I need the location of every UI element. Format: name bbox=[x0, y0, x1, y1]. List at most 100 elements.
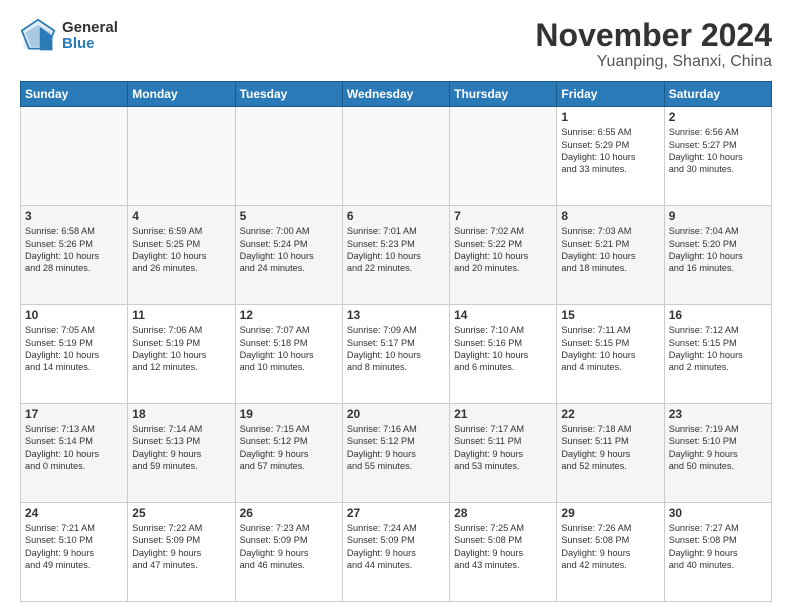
day-info: Sunrise: 7:04 AM Sunset: 5:20 PM Dayligh… bbox=[669, 225, 767, 275]
day-info: Sunrise: 7:06 AM Sunset: 5:19 PM Dayligh… bbox=[132, 324, 230, 374]
day-number: 6 bbox=[347, 209, 445, 223]
day-number: 21 bbox=[454, 407, 552, 421]
weekday-header-friday: Friday bbox=[557, 82, 664, 107]
day-info: Sunrise: 6:55 AM Sunset: 5:29 PM Dayligh… bbox=[561, 126, 659, 176]
day-number: 1 bbox=[561, 110, 659, 124]
day-number: 10 bbox=[25, 308, 123, 322]
day-number: 5 bbox=[240, 209, 338, 223]
calendar-cell: 12Sunrise: 7:07 AM Sunset: 5:18 PM Dayli… bbox=[235, 305, 342, 404]
title-block: November 2024 Yuanping, Shanxi, China bbox=[535, 18, 772, 71]
calendar-cell bbox=[235, 107, 342, 206]
day-info: Sunrise: 7:23 AM Sunset: 5:09 PM Dayligh… bbox=[240, 522, 338, 572]
day-number: 29 bbox=[561, 506, 659, 520]
day-info: Sunrise: 7:10 AM Sunset: 5:16 PM Dayligh… bbox=[454, 324, 552, 374]
day-number: 27 bbox=[347, 506, 445, 520]
calendar-cell: 19Sunrise: 7:15 AM Sunset: 5:12 PM Dayli… bbox=[235, 404, 342, 503]
calendar-cell: 15Sunrise: 7:11 AM Sunset: 5:15 PM Dayli… bbox=[557, 305, 664, 404]
day-info: Sunrise: 7:03 AM Sunset: 5:21 PM Dayligh… bbox=[561, 225, 659, 275]
calendar-cell: 28 Sunrise: 7:25 AM Sunset: 5:08 PM Dayli… bbox=[450, 503, 557, 602]
logo-text: General Blue bbox=[62, 20, 118, 53]
page: General Blue November 2024 Yuanping, Sha… bbox=[0, 0, 792, 612]
calendar-cell: 6Sunrise: 7:01 AM Sunset: 5:23 PM Daylig… bbox=[342, 206, 449, 305]
week-row-5: 24 Sunrise: 7:21 AM Sunset: 5:10 PM Dayli… bbox=[21, 503, 772, 602]
day-number: 30 bbox=[669, 506, 767, 520]
calendar-cell bbox=[21, 107, 128, 206]
week-row-4: 17Sunrise: 7:13 AM Sunset: 5:14 PM Dayli… bbox=[21, 404, 772, 503]
day-number: 13 bbox=[347, 308, 445, 322]
day-number: 12 bbox=[240, 308, 338, 322]
day-number: 2 bbox=[669, 110, 767, 124]
calendar-cell bbox=[450, 107, 557, 206]
day-number: 9 bbox=[669, 209, 767, 223]
day-info: Sunrise: 7:17 AM Sunset: 5:11 PM Dayligh… bbox=[454, 423, 552, 473]
calendar-table: SundayMondayTuesdayWednesdayThursdayFrid… bbox=[20, 81, 772, 602]
logo-blue: Blue bbox=[62, 36, 118, 53]
day-info: Sunrise: 7:09 AM Sunset: 5:17 PM Dayligh… bbox=[347, 324, 445, 374]
day-number: 8 bbox=[561, 209, 659, 223]
day-info: Sunrise: 7:00 AM Sunset: 5:24 PM Dayligh… bbox=[240, 225, 338, 275]
calendar-cell: 4 Sunrise: 6:59 AM Sunset: 5:25 PM Daylig… bbox=[128, 206, 235, 305]
calendar-cell: 26 Sunrise: 7:23 AM Sunset: 5:09 PM Dayli… bbox=[235, 503, 342, 602]
week-row-1: 1 Sunrise: 6:55 AM Sunset: 5:29 PM Daylig… bbox=[21, 107, 772, 206]
calendar-cell: 9 Sunrise: 7:04 AM Sunset: 5:20 PM Daylig… bbox=[664, 206, 771, 305]
weekday-header-monday: Monday bbox=[128, 82, 235, 107]
calendar-cell: 20Sunrise: 7:16 AM Sunset: 5:12 PM Dayli… bbox=[342, 404, 449, 503]
calendar-cell: 22 Sunrise: 7:18 AM Sunset: 5:11 PM Dayli… bbox=[557, 404, 664, 503]
day-info: Sunrise: 6:59 AM Sunset: 5:25 PM Dayligh… bbox=[132, 225, 230, 275]
calendar-cell: 7 Sunrise: 7:02 AM Sunset: 5:22 PM Daylig… bbox=[450, 206, 557, 305]
day-number: 7 bbox=[454, 209, 552, 223]
day-number: 4 bbox=[132, 209, 230, 223]
calendar-cell: 24 Sunrise: 7:21 AM Sunset: 5:10 PM Dayli… bbox=[21, 503, 128, 602]
day-number: 22 bbox=[561, 407, 659, 421]
day-number: 26 bbox=[240, 506, 338, 520]
calendar-cell: 30 Sunrise: 7:27 AM Sunset: 5:08 PM Dayli… bbox=[664, 503, 771, 602]
calendar-subtitle: Yuanping, Shanxi, China bbox=[535, 53, 772, 71]
calendar-cell: 25Sunrise: 7:22 AM Sunset: 5:09 PM Dayli… bbox=[128, 503, 235, 602]
day-info: Sunrise: 7:27 AM Sunset: 5:08 PM Dayligh… bbox=[669, 522, 767, 572]
day-number: 19 bbox=[240, 407, 338, 421]
day-number: 24 bbox=[25, 506, 123, 520]
calendar-cell: 27 Sunrise: 7:24 AM Sunset: 5:09 PM Dayli… bbox=[342, 503, 449, 602]
calendar-cell: 1 Sunrise: 6:55 AM Sunset: 5:29 PM Daylig… bbox=[557, 107, 664, 206]
calendar-cell bbox=[128, 107, 235, 206]
day-number: 14 bbox=[454, 308, 552, 322]
logo: General Blue bbox=[20, 18, 118, 54]
calendar-cell: 13 Sunrise: 7:09 AM Sunset: 5:17 PM Dayli… bbox=[342, 305, 449, 404]
day-info: Sunrise: 7:14 AM Sunset: 5:13 PM Dayligh… bbox=[132, 423, 230, 473]
day-info: Sunrise: 7:24 AM Sunset: 5:09 PM Dayligh… bbox=[347, 522, 445, 572]
day-number: 16 bbox=[669, 308, 767, 322]
day-info: Sunrise: 7:12 AM Sunset: 5:15 PM Dayligh… bbox=[669, 324, 767, 374]
weekday-header-row: SundayMondayTuesdayWednesdayThursdayFrid… bbox=[21, 82, 772, 107]
day-number: 28 bbox=[454, 506, 552, 520]
weekday-header-sunday: Sunday bbox=[21, 82, 128, 107]
calendar-cell: 16 Sunrise: 7:12 AM Sunset: 5:15 PM Dayli… bbox=[664, 305, 771, 404]
day-number: 23 bbox=[669, 407, 767, 421]
weekday-header-tuesday: Tuesday bbox=[235, 82, 342, 107]
day-info: Sunrise: 7:05 AM Sunset: 5:19 PM Dayligh… bbox=[25, 324, 123, 374]
calendar-cell: 18Sunrise: 7:14 AM Sunset: 5:13 PM Dayli… bbox=[128, 404, 235, 503]
day-info: Sunrise: 7:02 AM Sunset: 5:22 PM Dayligh… bbox=[454, 225, 552, 275]
day-info: Sunrise: 6:58 AM Sunset: 5:26 PM Dayligh… bbox=[25, 225, 123, 275]
calendar-cell: 14 Sunrise: 7:10 AM Sunset: 5:16 PM Dayli… bbox=[450, 305, 557, 404]
day-info: Sunrise: 7:18 AM Sunset: 5:11 PM Dayligh… bbox=[561, 423, 659, 473]
calendar-cell: 5 Sunrise: 7:00 AM Sunset: 5:24 PM Daylig… bbox=[235, 206, 342, 305]
day-info: Sunrise: 7:25 AM Sunset: 5:08 PM Dayligh… bbox=[454, 522, 552, 572]
day-info: Sunrise: 7:26 AM Sunset: 5:08 PM Dayligh… bbox=[561, 522, 659, 572]
calendar-cell: 2 Sunrise: 6:56 AM Sunset: 5:27 PM Daylig… bbox=[664, 107, 771, 206]
calendar-title: November 2024 bbox=[535, 18, 772, 53]
day-number: 3 bbox=[25, 209, 123, 223]
day-info: Sunrise: 7:11 AM Sunset: 5:15 PM Dayligh… bbox=[561, 324, 659, 374]
day-info: Sunrise: 7:19 AM Sunset: 5:10 PM Dayligh… bbox=[669, 423, 767, 473]
day-number: 20 bbox=[347, 407, 445, 421]
day-number: 11 bbox=[132, 308, 230, 322]
week-row-3: 10 Sunrise: 7:05 AM Sunset: 5:19 PM Dayli… bbox=[21, 305, 772, 404]
calendar-cell bbox=[342, 107, 449, 206]
weekday-header-saturday: Saturday bbox=[664, 82, 771, 107]
day-info: Sunrise: 6:56 AM Sunset: 5:27 PM Dayligh… bbox=[669, 126, 767, 176]
calendar-cell: 3 Sunrise: 6:58 AM Sunset: 5:26 PM Daylig… bbox=[21, 206, 128, 305]
day-number: 17 bbox=[25, 407, 123, 421]
day-info: Sunrise: 7:22 AM Sunset: 5:09 PM Dayligh… bbox=[132, 522, 230, 572]
day-info: Sunrise: 7:21 AM Sunset: 5:10 PM Dayligh… bbox=[25, 522, 123, 572]
logo-icon bbox=[20, 18, 56, 54]
calendar-cell: 11 Sunrise: 7:06 AM Sunset: 5:19 PM Dayli… bbox=[128, 305, 235, 404]
